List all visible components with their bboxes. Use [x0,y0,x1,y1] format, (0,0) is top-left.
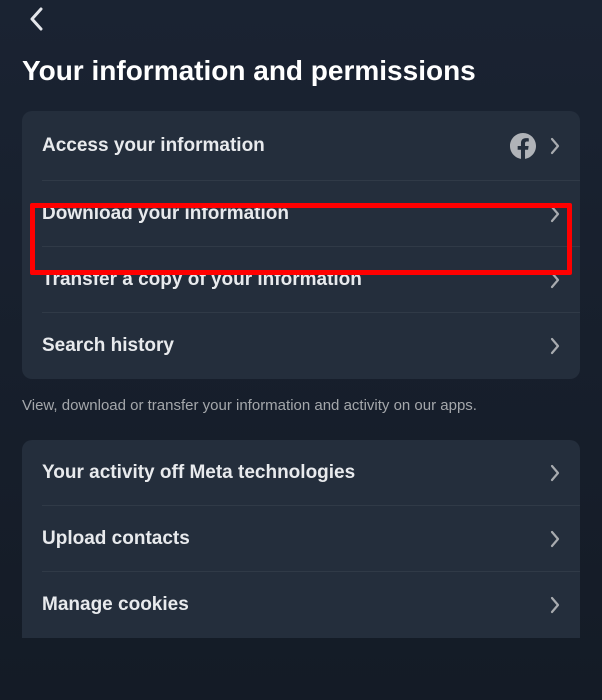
list-item-label: Search history [42,335,550,357]
list-item-manage-cookies[interactable]: Manage cookies [22,572,580,638]
activity-section: Your activity off Meta technologies Uplo… [22,440,580,638]
list-item-label: Access your information [42,135,510,157]
list-item-label: Your activity off Meta technologies [42,462,550,484]
page-title: Your information and permissions [0,37,602,111]
chevron-right-icon [550,337,560,355]
info-section: Access your information Download your in… [22,111,580,379]
chevron-left-icon [29,7,43,36]
chevron-right-icon [550,596,560,614]
chevron-right-icon [550,530,560,548]
facebook-icon [510,133,536,159]
chevron-right-icon [550,205,560,223]
list-item-label: Upload contacts [42,528,550,550]
list-item-access-information[interactable]: Access your information [22,111,580,181]
section-caption: View, download or transfer your informat… [0,379,602,440]
chevron-right-icon [550,271,560,289]
list-item-search-history[interactable]: Search history [22,313,580,379]
chevron-right-icon [550,464,560,482]
list-item-upload-contacts[interactable]: Upload contacts [22,506,580,572]
list-item-transfer-copy[interactable]: Transfer a copy of your information [22,247,580,313]
list-item-download-information[interactable]: Download your information [22,181,580,247]
list-item-label: Transfer a copy of your information [42,269,550,291]
list-item-activity-off-meta[interactable]: Your activity off Meta technologies [22,440,580,506]
back-button[interactable] [20,5,52,37]
list-item-label: Manage cookies [42,594,550,616]
chevron-right-icon [550,137,560,155]
list-item-label: Download your information [42,203,550,225]
